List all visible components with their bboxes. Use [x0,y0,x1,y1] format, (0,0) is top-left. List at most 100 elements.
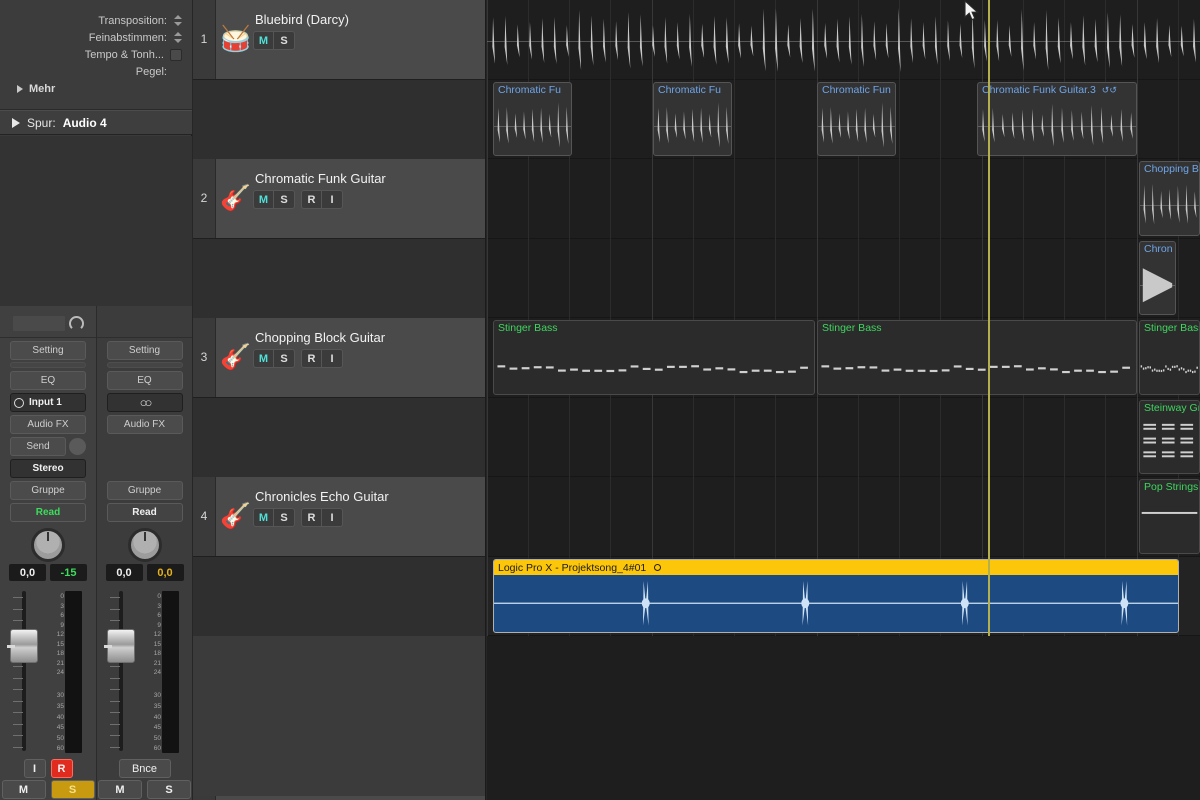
param-row-transposition[interactable]: Transposition: [0,12,192,29]
mute-button[interactable]: M [98,780,142,799]
electric-guitar-icon[interactable]: 🎸 [219,340,253,374]
param-row-level[interactable]: Pegel: [0,63,192,80]
volume-value[interactable]: -15 [50,564,87,581]
region-stinger-bass[interactable]: Stinger Bass [493,320,815,395]
lane-6[interactable] [487,398,1200,477]
solo-button[interactable]: S [50,780,95,799]
eq-button[interactable]: EQ [106,371,183,390]
track-input-button[interactable]: I [322,191,342,208]
pan-knob[interactable] [127,528,162,562]
region-chron[interactable]: Chron [1139,240,1176,315]
channel-strip-audio4[interactable]: Setting EQ Input 1 Audio FX Send Stereo … [0,306,96,800]
electric-guitar-icon[interactable]: 🎸 [219,181,253,215]
region-chromatic-fun[interactable]: Chromatic Fun [817,81,896,156]
track-number: 4 [193,477,216,556]
param-row-tempo-pitch[interactable]: Tempo & Tonh... [0,46,192,63]
audio-fx-slot[interactable]: Audio FX [10,415,86,434]
lane-7[interactable] [487,477,1200,557]
region-waveform [487,6,1200,78]
track-header-1[interactable]: 1🥁Bluebird (Darcy)MSLR [193,0,670,80]
track-solo-button[interactable]: S [274,350,294,367]
stepper-icon[interactable] [173,31,182,44]
track-solo-button[interactable]: S [274,32,294,49]
input-slot[interactable]: Input 1 [10,393,86,412]
channel-strips: Setting EQ Input 1 Audio FX Send Stereo … [0,306,192,800]
input-monitor-button[interactable]: I [23,759,46,778]
stepper-icon[interactable] [173,14,182,27]
track-input-button[interactable]: I [322,350,342,367]
param-label: Pegel: [135,65,167,78]
send-knob[interactable] [69,438,86,455]
track-header-2[interactable]: 2🎸Chromatic Funk GuitarMSRILR [193,159,676,239]
more-disclosure[interactable]: Mehr [0,80,192,98]
region-logic-pro-x-projektsong-4-01[interactable]: Logic Pro X - Projektsong_4#01 [493,558,1179,633]
record-enable-button[interactable]: R [50,759,73,778]
track-header-4[interactable]: 4🎸Chronicles Echo GuitarMSRILR [193,477,676,557]
pan-value[interactable]: 0,0 [105,564,143,581]
volume-fader-handle[interactable] [104,629,135,663]
track-mute-button[interactable]: M [254,191,274,208]
track-number: 3 [193,318,216,397]
grid-beat-line [610,0,611,636]
meter-scale: 0 3 6 9 12 15 18 21 24 30 35 40 45 50 60 [48,591,64,753]
electric-guitar-icon[interactable]: 🎸 [219,499,253,533]
eq-button[interactable]: EQ [10,371,86,390]
track-record-button[interactable]: R [302,350,322,367]
pan-value[interactable]: 0,0 [9,564,46,581]
region-name-label: Chromatic Funk Guitar.3 ↺↺ [982,83,1117,96]
meter-tick-label: 15 [153,640,161,648]
arrange-area[interactable]: Chromatic Fu Chromatic Fu Chromatic Fun … [487,0,1200,800]
track-record-button[interactable]: R [302,509,322,526]
region-chromatic-funk-guitar-3[interactable]: Chromatic Funk Guitar.3 ↺↺ [977,81,1137,156]
audio-fx-slot[interactable]: Audio FX [106,415,183,434]
playhead[interactable] [988,0,990,636]
output-slot[interactable]: Stereo [10,459,86,478]
bounce-row: Bnce [97,759,192,778]
track-solo-button[interactable]: S [274,509,294,526]
track-mute-button[interactable]: M [254,350,274,367]
mute-solo-row: M S [97,780,192,799]
track-record-button[interactable]: R [302,191,322,208]
track-number: 1 [193,0,216,79]
send-slot[interactable]: Send [10,437,66,456]
setting-button[interactable]: Setting [10,341,86,360]
strip-knob-icon[interactable] [68,316,84,331]
region-chromatic-fu[interactable]: Chromatic Fu [653,81,732,156]
lane-4[interactable] [487,239,1200,318]
setting-button[interactable]: Setting [106,341,183,360]
checkbox-icon[interactable] [170,48,182,61]
region-chromatic-fu[interactable]: Chromatic Fu [493,81,572,156]
track-solo-button[interactable]: S [274,191,294,208]
region-drum-take[interactable] [487,0,1200,79]
track-mute-button[interactable]: M [254,509,274,526]
pan-knob[interactable] [31,528,65,562]
mute-button[interactable]: M [1,780,46,799]
mute-solo-row: M S [0,780,96,799]
region-stinger-bass[interactable]: Stinger Bass [1139,320,1200,395]
group-slot[interactable]: Gruppe [106,481,183,500]
track-prefix-label: Spur: [27,115,56,130]
lane-3[interactable] [487,159,1200,239]
param-row-finetune[interactable]: Feinabstimmen: [0,29,192,46]
region-pop-strings[interactable]: Pop Strings [1139,479,1200,554]
group-slot[interactable]: Gruppe [10,481,86,500]
volume-value[interactable]: 0,0 [146,564,184,581]
inspector-track-header[interactable]: Spur: Audio 4 [0,110,192,135]
track-headers-empty-area[interactable] [193,636,485,796]
output-link-slot[interactable]: ○○ [106,393,183,412]
region-name-label: Chromatic Fu [658,83,722,96]
region-steinway-gra[interactable]: Steinway Gra [1139,399,1200,474]
track-mute-button[interactable]: M [254,32,274,49]
track-header-3[interactable]: 3🎸Chopping Block GuitarMSRILR [193,318,676,398]
automation-mode-button[interactable]: Read [106,503,183,522]
track-input-button[interactable]: I [322,509,342,526]
volume-fader-handle[interactable] [7,629,38,663]
solo-button[interactable]: S [147,780,191,799]
channel-strip-stereo-out[interactable]: Setting EQ ○○ Audio FX Gruppe Read 0,0 0… [96,306,192,800]
automation-mode-button[interactable]: Read [10,503,86,522]
region-chopping-bl[interactable]: Chopping Bl [1139,161,1200,236]
region-stinger-bass[interactable]: Stinger Bass [817,320,1137,395]
param-label: Transposition: [98,14,167,27]
bounce-button[interactable]: Bnce [118,759,171,778]
drumkit-icon[interactable]: 🥁 [219,22,253,56]
